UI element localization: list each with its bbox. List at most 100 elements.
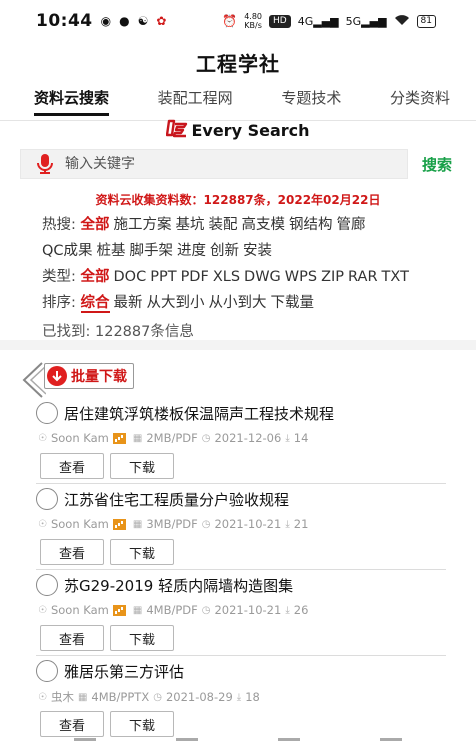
hot-item[interactable]: 全部 bbox=[81, 217, 110, 233]
top-tabs: 资料云搜索 装配工程网 专题技术 分类资料 bbox=[0, 86, 476, 120]
download-button[interactable]: 下载 bbox=[110, 453, 174, 479]
sort-item[interactable]: 下载量 bbox=[271, 295, 315, 311]
type-item[interactable]: WPS bbox=[285, 269, 317, 285]
hot-item[interactable]: 脚手架 bbox=[130, 243, 174, 259]
tab-special-tech[interactable]: 专题技术 bbox=[281, 86, 341, 120]
item-downloads: 14 bbox=[293, 431, 309, 445]
type-item[interactable]: RAR bbox=[348, 269, 377, 285]
type-item[interactable]: PDF bbox=[181, 269, 209, 285]
download-button[interactable]: 下载 bbox=[110, 711, 174, 737]
item-title[interactable]: 苏G29-2019 轻质内隔墙构造图集 bbox=[64, 575, 293, 596]
item-meta: ☉ Soon Kam ▦ 3MB/PDF ◷ 2021-10-21 ⤓ 21 bbox=[38, 517, 308, 531]
hd-icon: HD bbox=[269, 14, 291, 28]
item-date: 2021-08-29 bbox=[165, 690, 233, 704]
hot-item[interactable]: 桩基 bbox=[97, 243, 126, 259]
type-item[interactable]: XLS bbox=[213, 269, 240, 285]
section-divider bbox=[0, 340, 476, 350]
view-button[interactable]: 查看 bbox=[40, 453, 104, 479]
select-radio[interactable] bbox=[36, 574, 58, 596]
document-list: 居住建筑浮筑楼板保温隔声工程技术规程 ☉ Soon Kam ▦ 2MB/PDF … bbox=[36, 398, 446, 742]
item-title[interactable]: 居住建筑浮筑楼板保温隔声工程技术规程 bbox=[64, 403, 334, 424]
view-button[interactable]: 查看 bbox=[40, 711, 104, 737]
brand-logo-icon bbox=[166, 118, 188, 143]
hot-search-row: 热搜: 全部 施工方案 基坑 装配 高支模 钢结构 管廊 QC成果 桩基 脚手架 进度 创新 安装 bbox=[42, 212, 442, 264]
hot-item[interactable]: 高支模 bbox=[242, 217, 286, 233]
file-size-icon: ▦ bbox=[132, 604, 143, 616]
user-icon: ☉ bbox=[38, 691, 47, 703]
batch-download-label: 批量下载 bbox=[71, 369, 127, 385]
hot-item[interactable]: 创新 bbox=[210, 243, 239, 259]
view-button[interactable]: 查看 bbox=[40, 625, 104, 651]
type-item[interactable]: PPT bbox=[150, 269, 176, 285]
view-button[interactable]: 查看 bbox=[40, 539, 104, 565]
hot-item[interactable]: 基坑 bbox=[176, 217, 205, 233]
download-button[interactable]: 下载 bbox=[110, 539, 174, 565]
hot-item[interactable]: 装配 bbox=[209, 217, 238, 233]
bottom-navigation-hint bbox=[0, 738, 476, 743]
user-icon: ☉ bbox=[38, 432, 47, 444]
type-item[interactable]: 全部 bbox=[81, 269, 110, 285]
item-meta: ☉ Soon Kam ▦ 2MB/PDF ◷ 2021-12-06 ⤓ 14 bbox=[38, 431, 308, 445]
sort-row: 排序: 综合 最新 从大到小 从小到大 下载量 bbox=[42, 290, 442, 316]
tab-cloud-search[interactable]: 资料云搜索 bbox=[34, 86, 110, 120]
list-item: 苏G29-2019 轻质内隔墙构造图集 ☉ Soon Kam ▦ 4MB/PDF… bbox=[36, 570, 446, 656]
brand-name: Every Search bbox=[191, 121, 310, 140]
sort-item[interactable]: 从小到大 bbox=[209, 295, 267, 311]
page-title: 工程学社 bbox=[196, 52, 280, 76]
batch-download-button[interactable]: 批量下载 bbox=[44, 363, 134, 389]
list-item: 雅居乐第三方评估 ☉ 虫木 ▦ 4MB/PPTX ◷ 2021-08-29 ⤓ … bbox=[36, 656, 446, 742]
item-title[interactable]: 雅居乐第三方评估 bbox=[64, 661, 184, 682]
item-date: 2021-10-21 bbox=[214, 517, 282, 531]
hot-item[interactable]: QC成果 bbox=[42, 243, 93, 259]
item-meta: ☉ Soon Kam ▦ 4MB/PDF ◷ 2021-10-21 ⤓ 26 bbox=[38, 603, 308, 617]
type-item[interactable]: TXT bbox=[382, 269, 409, 285]
hot-search-label: 热搜: bbox=[42, 217, 76, 233]
item-author: 虫木 bbox=[50, 690, 74, 704]
vip-badge-icon bbox=[112, 604, 126, 616]
microphone-icon[interactable] bbox=[33, 152, 57, 176]
download-button[interactable]: 下载 bbox=[110, 625, 174, 651]
type-filter-label: 类型: bbox=[42, 269, 76, 285]
chevron-left-icon[interactable] bbox=[20, 360, 47, 400]
type-filter-row: 类型: 全部 DOC PPT PDF XLS DWG WPS ZIP RAR TXT bbox=[42, 264, 442, 290]
item-author: Soon Kam bbox=[50, 603, 109, 617]
clock-icon: ◷ bbox=[153, 691, 162, 703]
download-count-icon: ⤓ bbox=[285, 604, 290, 616]
item-date: 2021-10-21 bbox=[214, 603, 282, 617]
clock-icon: ◷ bbox=[201, 518, 211, 530]
hot-item[interactable]: 施工方案 bbox=[114, 217, 172, 233]
download-count-icon: ⤓ bbox=[285, 518, 290, 530]
search-input[interactable] bbox=[65, 156, 385, 172]
sort-item[interactable]: 最新 bbox=[114, 295, 143, 311]
search-button[interactable]: 搜索 bbox=[422, 154, 452, 175]
sort-item[interactable]: 综合 bbox=[80, 295, 110, 313]
app-notification-icon: ☯ bbox=[137, 14, 149, 28]
select-radio[interactable] bbox=[36, 488, 58, 510]
item-size: 4MB/PPTX bbox=[91, 690, 150, 704]
download-count-icon: ⤓ bbox=[285, 432, 290, 444]
signal-5g-icon: 5G▂▄▆ bbox=[345, 14, 387, 28]
hot-item[interactable]: 钢结构 bbox=[289, 217, 333, 233]
hot-item[interactable]: 进度 bbox=[177, 243, 206, 259]
item-title[interactable]: 江苏省住宅工程质量分户验收规程 bbox=[64, 489, 289, 510]
sort-item[interactable]: 从大到小 bbox=[147, 295, 205, 311]
network-speed: 4.80 KB/s bbox=[244, 12, 262, 30]
select-radio[interactable] bbox=[36, 402, 58, 424]
item-author: Soon Kam bbox=[50, 517, 109, 531]
tab-categories[interactable]: 分类资料 bbox=[390, 86, 450, 120]
download-arrow-icon bbox=[47, 366, 67, 386]
type-item[interactable]: DOC bbox=[114, 269, 147, 285]
type-item[interactable]: DWG bbox=[244, 269, 281, 285]
signal-4g-icon: 4G▂▄▆ bbox=[297, 14, 339, 28]
hot-item[interactable]: 安装 bbox=[243, 243, 272, 259]
hot-item[interactable]: 管廊 bbox=[337, 217, 366, 233]
tab-assembly-engineering[interactable]: 装配工程网 bbox=[158, 86, 233, 120]
status-time: 10:44 bbox=[36, 11, 93, 31]
weibo-notification-icon: ✿ bbox=[156, 14, 167, 28]
wifi-icon bbox=[394, 14, 410, 29]
select-radio[interactable] bbox=[36, 660, 58, 682]
type-item[interactable]: ZIP bbox=[321, 269, 344, 285]
item-downloads: 21 bbox=[293, 517, 309, 531]
file-size-icon: ▦ bbox=[132, 518, 143, 530]
user-icon: ☉ bbox=[38, 518, 47, 530]
